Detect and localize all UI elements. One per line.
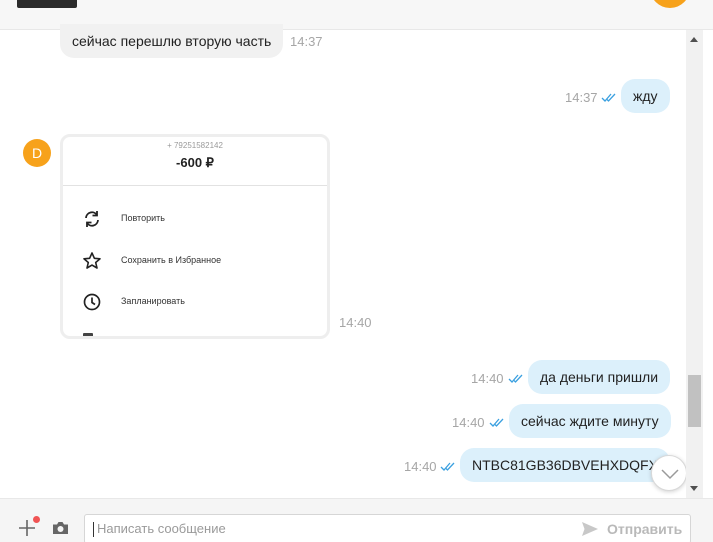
message-bubble-incoming[interactable]: сейчас перешлю вторую часть <box>60 24 284 58</box>
scroll-to-bottom-button[interactable] <box>651 455 687 491</box>
message-text: жду <box>633 88 658 104</box>
scrollbar-thumb[interactable] <box>688 375 701 427</box>
card-cropped-icon <box>83 333 93 336</box>
header-thumbnail[interactable] <box>17 0 77 8</box>
message-input[interactable]: Написать сообщение Отправить <box>84 514 691 542</box>
messenger-window: сейчас перешлю вторую часть 14:37 14:37 … <box>0 0 713 542</box>
message-text: NTBC81GB36DBVEHXDQFX <box>472 457 658 473</box>
read-checks-icon <box>508 374 523 383</box>
card-action-favorite: Сохранить в Избранное <box>77 249 317 273</box>
camera-icon[interactable] <box>52 521 69 535</box>
message-text: да деньги пришли <box>540 369 659 385</box>
message-bubble-outgoing[interactable]: NTBC81GB36DBVEHXDQFX <box>460 448 670 482</box>
card-action-schedule: Запланировать <box>77 290 317 314</box>
card-divider <box>63 185 327 186</box>
read-checks-icon <box>440 462 455 471</box>
scroll-down-arrow-icon[interactable] <box>690 486 698 491</box>
sender-initial: D <box>31 145 43 161</box>
message-bubble-outgoing[interactable]: да деньги пришли <box>528 360 671 394</box>
message-time: 14:40 <box>404 459 437 474</box>
message-bubble-outgoing[interactable]: жду <box>621 79 670 113</box>
message-time: 14:40 <box>339 315 372 330</box>
attach-notification-dot <box>33 516 40 523</box>
message-composer: Написать сообщение Отправить <box>0 498 713 542</box>
card-amount: -600 ₽ <box>176 155 214 170</box>
read-checks-icon <box>489 418 504 427</box>
message-time: 14:40 <box>471 371 504 386</box>
sender-avatar[interactable]: D <box>23 139 51 167</box>
message-list-scrollbar[interactable] <box>686 30 703 498</box>
card-action-label: Повторить <box>121 213 165 223</box>
card-action-repeat: Повторить <box>77 207 317 231</box>
card-phone-number: + 79251582142 <box>167 141 223 150</box>
message-time: 14:37 <box>290 34 323 49</box>
message-text: сейчас перешлю вторую часть <box>72 33 272 49</box>
card-action-label: Запланировать <box>121 296 185 306</box>
send-icon[interactable] <box>581 520 599 538</box>
message-text: сейчас ждите минуту <box>521 413 659 429</box>
message-list: сейчас перешлю вторую часть 14:37 14:37 … <box>0 24 686 498</box>
star-icon <box>83 252 101 269</box>
clock-icon <box>83 293 101 311</box>
send-button[interactable]: Отправить <box>607 521 682 537</box>
forwarded-screenshot-card[interactable]: + 79251582142 -600 ₽ Повторить Сохранить… <box>60 134 330 339</box>
card-action-label: Сохранить в Избранное <box>121 255 222 265</box>
scroll-up-arrow-icon[interactable] <box>690 37 698 42</box>
header-avatar[interactable] <box>650 0 690 8</box>
repeat-icon <box>85 211 99 227</box>
message-input-placeholder: Написать сообщение <box>97 521 226 536</box>
message-bubble-outgoing[interactable]: сейчас ждите минуту <box>509 404 671 438</box>
text-caret <box>93 522 94 537</box>
read-checks-icon <box>601 93 616 102</box>
message-time: 14:37 <box>565 90 598 105</box>
message-time: 14:40 <box>452 415 485 430</box>
chevron-down-icon <box>661 469 679 480</box>
